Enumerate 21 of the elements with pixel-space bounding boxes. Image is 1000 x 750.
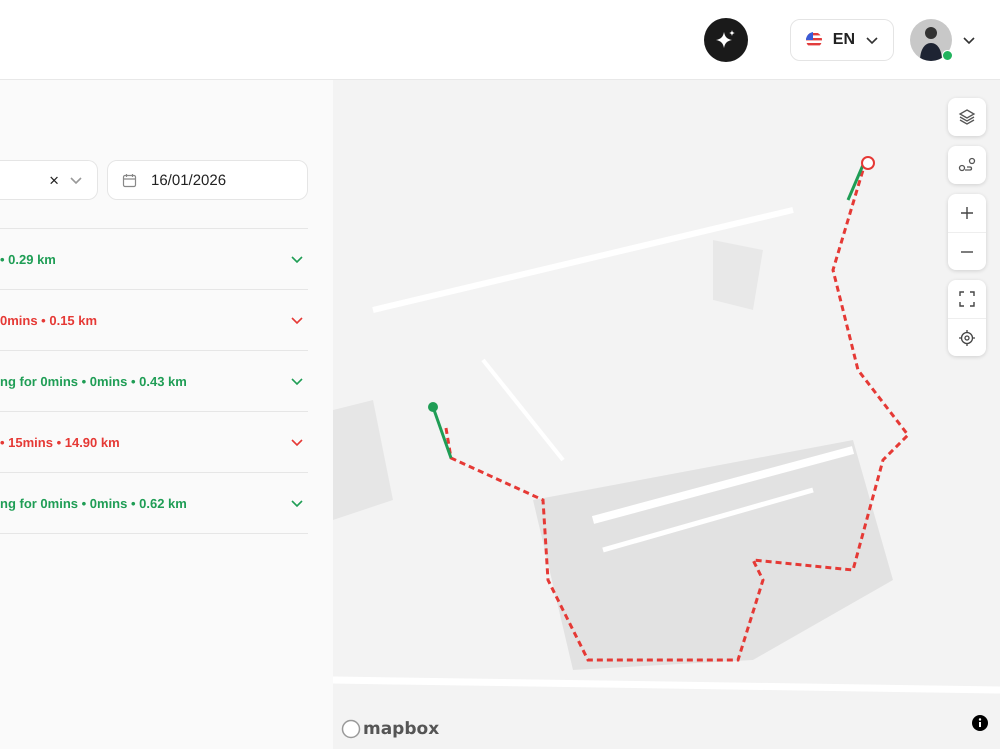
minus-icon bbox=[960, 250, 974, 252]
clear-icon[interactable]: × bbox=[49, 172, 59, 188]
trip-summary: • 15mins • 14.90 km bbox=[0, 434, 120, 450]
target-icon bbox=[958, 328, 976, 346]
layers-icon bbox=[958, 108, 976, 126]
plus-icon bbox=[960, 206, 974, 220]
trip-summary: ng for 0mins • 0mins • 0.43 km bbox=[0, 374, 187, 388]
user-avatar[interactable] bbox=[910, 18, 952, 60]
date-field[interactable]: 16/01/2026 bbox=[107, 160, 308, 200]
info-icon[interactable] bbox=[972, 715, 988, 731]
route-icon bbox=[958, 156, 976, 174]
flag-icon bbox=[804, 30, 823, 48]
language-selector[interactable]: EN bbox=[790, 18, 894, 60]
trip-summary: • 0.29 km bbox=[0, 252, 56, 266]
calendar-icon bbox=[122, 172, 137, 188]
filter-select[interactable]: × bbox=[0, 160, 98, 200]
trip-summary: 0mins • 0.15 km bbox=[0, 312, 98, 328]
mapbox-logo: mapbox bbox=[341, 719, 440, 739]
fullscreen-icon bbox=[959, 291, 975, 307]
ai-assistant-button[interactable] bbox=[704, 18, 748, 62]
trip-summary: ng for 0mins • 0mins • 0.62 km bbox=[0, 496, 187, 510]
